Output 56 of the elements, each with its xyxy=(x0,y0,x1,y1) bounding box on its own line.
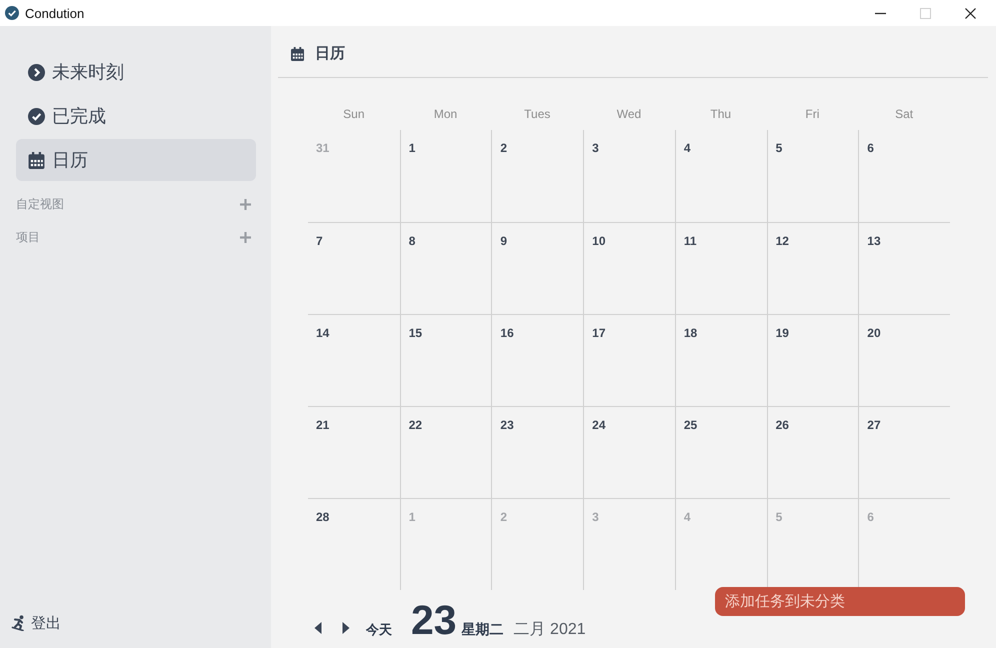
day-number[interactable]: 2 xyxy=(500,141,508,155)
window-title: Condution xyxy=(25,6,84,20)
day-number[interactable]: 5 xyxy=(776,141,782,155)
month-year: 二月 2021 xyxy=(514,620,586,640)
caret-left-icon[interactable] xyxy=(314,622,322,634)
weekday-label: Sat xyxy=(895,107,914,121)
weekday-label: Mon xyxy=(434,107,458,121)
page-title: 日历 xyxy=(315,44,345,64)
weekday-label: Tues xyxy=(524,107,550,121)
day-number[interactable]: 25 xyxy=(684,418,698,432)
day-number[interactable]: 9 xyxy=(500,234,508,248)
weekday-label: Sun xyxy=(343,107,365,121)
day-number[interactable]: 17 xyxy=(592,326,606,340)
sidebar-item[interactable]: 已完成 xyxy=(16,95,256,137)
day-number[interactable]: 19 xyxy=(776,326,789,340)
day-number[interactable]: 11 xyxy=(684,234,697,248)
day-number[interactable]: 24 xyxy=(592,418,606,432)
current-weekday: 星期二 xyxy=(462,621,504,639)
day-number[interactable]: 14 xyxy=(316,326,330,340)
day-number[interactable]: 6 xyxy=(867,141,874,155)
today-button[interactable]: 今天 xyxy=(366,621,392,639)
day-number[interactable]: 12 xyxy=(776,234,789,248)
day-number[interactable]: 1 xyxy=(408,141,416,155)
sidebar-item[interactable]: 未来时刻 xyxy=(16,51,256,93)
day-number[interactable]: 4 xyxy=(684,141,691,155)
day-number[interactable]: 22 xyxy=(408,418,422,432)
check-circle-icon xyxy=(28,108,45,124)
day-number[interactable]: 21 xyxy=(316,418,330,432)
weekday-label: Fri xyxy=(805,107,820,121)
caret-right-icon[interactable] xyxy=(342,622,350,634)
day-number[interactable]: 18 xyxy=(684,326,698,340)
weekday-label: Wed xyxy=(616,107,642,121)
day-number[interactable]: 20 xyxy=(867,326,881,340)
current-day: 23 xyxy=(411,600,457,641)
day-number[interactable]: 13 xyxy=(867,234,881,248)
section-label: 项目 xyxy=(16,228,40,246)
section-label: 自定视图 xyxy=(16,196,64,212)
close-icon[interactable] xyxy=(965,8,976,18)
calendar-icon xyxy=(28,152,45,168)
day-number[interactable]: 15 xyxy=(408,326,422,340)
day-number[interactable]: 8 xyxy=(408,234,416,248)
day-number[interactable]: 10 xyxy=(592,234,606,248)
snowboarder-icon xyxy=(11,615,27,631)
day-number[interactable]: 28 xyxy=(316,510,330,524)
app-logo-icon xyxy=(5,6,19,20)
day-number[interactable]: 27 xyxy=(867,418,881,432)
logout-button[interactable]: 登出 xyxy=(11,613,61,633)
day-number[interactable]: 7 xyxy=(316,234,323,248)
day-number[interactable]: 23 xyxy=(500,418,514,432)
weekday-label: Thu xyxy=(710,107,732,121)
calendar-icon xyxy=(291,47,304,61)
day-number[interactable]: 26 xyxy=(776,418,789,432)
sidebar-item[interactable]: 日历 xyxy=(16,139,256,181)
chevron-circle-icon xyxy=(28,64,45,80)
day-number[interactable]: 3 xyxy=(592,141,599,155)
day-number[interactable]: 16 xyxy=(500,326,514,340)
